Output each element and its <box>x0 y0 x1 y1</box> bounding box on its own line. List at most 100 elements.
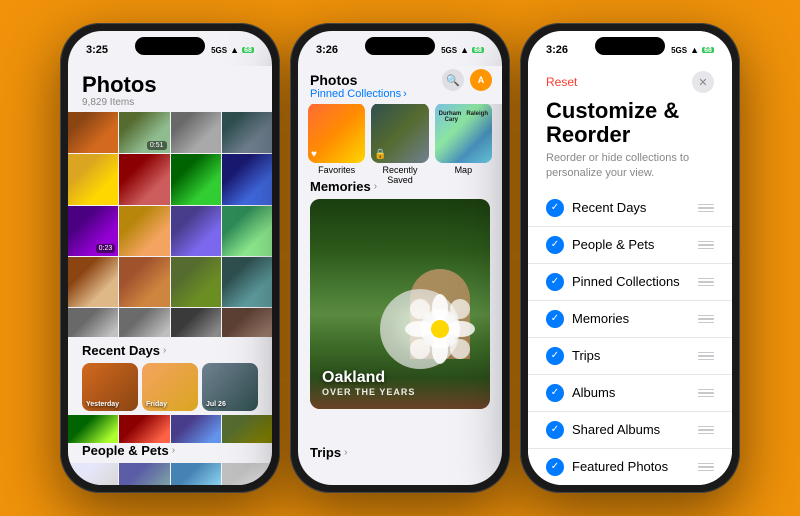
photo-cell[interactable] <box>119 154 169 204</box>
collection-img-favorites: ♥ <box>308 103 365 163</box>
checkmark-memories: ✓ <box>546 310 564 328</box>
drag-handle-people-pets[interactable] <box>698 241 714 250</box>
photo-cell[interactable] <box>68 154 118 204</box>
profile-icon-2[interactable]: A <box>470 69 492 91</box>
memories-main-image[interactable]: Oakland OVER THE YEARS <box>310 199 490 409</box>
item-label-shared-albums: Shared Albums <box>572 422 690 437</box>
wifi-icon-2: ▲ <box>460 45 469 55</box>
photo-grid-container: 0:51 0:23 <box>68 103 272 485</box>
drag-handle-featured-photos[interactable] <box>698 463 714 472</box>
photo-cell[interactable] <box>222 154 272 204</box>
customize-subtitle: Reorder or hide collections to personali… <box>528 151 732 190</box>
phone1-title: Photos <box>82 74 258 96</box>
list-item-pinned-collections[interactable]: ✓ Pinned Collections <box>528 264 732 301</box>
item-label-albums: Albums <box>572 385 690 400</box>
thumbnail-yesterday[interactable]: Yesterday <box>82 363 138 411</box>
memories-chevron: › <box>374 181 377 192</box>
collection-favorites[interactable]: ♥ Favorites <box>308 103 365 185</box>
trips-label: Trips <box>310 445 341 460</box>
item-label-trips: Trips <box>572 348 690 363</box>
list-item-trips[interactable]: ✓ Trips <box>528 338 732 375</box>
photo-cell[interactable] <box>171 257 221 307</box>
phone-2-screen: 3:26 5GS ▲ 68 Photos Pinned Collections … <box>298 31 502 485</box>
recent-days-header[interactable]: Recent Days › <box>82 343 258 358</box>
close-button[interactable]: ✕ <box>692 71 714 93</box>
battery-2: 68 <box>472 47 484 53</box>
photo-count: 9,829 Items <box>82 97 258 108</box>
list-item-recent-days[interactable]: ✓ Recent Days <box>528 190 732 227</box>
people-section: People & Pets › <box>68 443 272 463</box>
item-label-featured-photos: Featured Photos <box>572 459 690 474</box>
list-item-people-pets[interactable]: ✓ People & Pets <box>528 227 732 264</box>
photo-cell[interactable] <box>171 154 221 204</box>
wifi-icon-3: ▲ <box>690 45 699 55</box>
list-item-memories[interactable]: ✓ Memories <box>528 301 732 338</box>
drag-handle-pinned-collections[interactable] <box>698 278 714 287</box>
collection-label-favorites: Favorites <box>308 165 365 175</box>
video-duration: 0:51 <box>147 141 167 150</box>
status-time-2: 3:26 <box>316 44 338 56</box>
drag-handle-memories[interactable] <box>698 315 714 324</box>
dynamic-island-2 <box>365 37 435 55</box>
drag-handle-trips[interactable] <box>698 352 714 361</box>
drag-handle-recent-days[interactable] <box>698 204 714 213</box>
collection-img-recently-saved: 🔒 <box>371 103 428 163</box>
customize-title: Customize &Reorder <box>528 99 732 151</box>
phone-1-screen: 3:25 5GS ▲ 68 Photos 9,829 Items Select … <box>68 31 272 485</box>
customize-modal: Reset ✕ Customize &Reorder Reorder or hi… <box>528 31 732 485</box>
collection-map[interactable]: Durham Cary Raleigh Map <box>435 103 492 185</box>
photo-cell[interactable] <box>222 206 272 256</box>
checkmark-people-pets: ✓ <box>546 236 564 254</box>
search-icon-2[interactable]: 🔍 <box>442 69 464 91</box>
photo-cell[interactable] <box>222 257 272 307</box>
list-item-featured-photos[interactable]: ✓ Featured Photos <box>528 449 732 485</box>
customize-list: ✓ Recent Days ✓ People & Pets <box>528 190 732 485</box>
item-label-people-pets: People & Pets <box>572 237 690 252</box>
pinned-collections-label: Pinned Collections <box>310 88 401 100</box>
lock-icon: 🔒 <box>374 149 386 160</box>
signal-text-2: 5GS <box>441 46 457 55</box>
checkmark-albums: ✓ <box>546 384 564 402</box>
reset-button[interactable]: Reset <box>546 75 577 89</box>
phone1-header: Photos 9,829 Items <box>68 66 272 112</box>
status-icons-2: 5GS ▲ 68 <box>441 45 484 55</box>
memories-location: Oakland OVER THE YEARS <box>322 369 415 397</box>
memories-section: Memories › <box>298 179 502 409</box>
trips-header[interactable]: Trips › <box>310 445 490 460</box>
memories-title-row[interactable]: Memories › <box>310 179 490 194</box>
collection-label-map: Map <box>435 165 492 175</box>
thumbnail-jul26[interactable]: Jul 26 <box>202 363 258 411</box>
recent-days-section: Recent Days › Yesterday Friday Jul 26 <box>68 337 272 415</box>
collection-recently-saved[interactable]: 🔒 Recently Saved <box>371 103 428 185</box>
photo-cell[interactable] <box>68 257 118 307</box>
phones-container: 3:25 5GS ▲ 68 Photos 9,829 Items Select … <box>50 13 750 503</box>
collection-img-map: Durham Cary Raleigh <box>435 103 492 163</box>
list-item-albums[interactable]: ✓ Albums <box>528 375 732 412</box>
memories-label: Memories <box>310 179 371 194</box>
people-header[interactable]: People & Pets › <box>82 443 258 458</box>
phone-2: 3:26 5GS ▲ 68 Photos Pinned Collections … <box>290 23 510 493</box>
list-item-shared-albums[interactable]: ✓ Shared Albums <box>528 412 732 449</box>
checkmark-shared-albums: ✓ <box>546 421 564 439</box>
trips-section: Trips › <box>310 445 490 465</box>
photo-cell[interactable] <box>119 257 169 307</box>
photo-cell[interactable] <box>68 462 118 485</box>
trips-chevron: › <box>344 447 347 458</box>
phone-3-screen: 3:26 5GS ▲ 68 Reset ✕ Customize &Reorder… <box>528 31 732 485</box>
photo-cell[interactable] <box>222 462 272 485</box>
thumbnail-friday[interactable]: Friday <box>142 363 198 411</box>
memories-years: OVER THE YEARS <box>322 387 415 397</box>
photo-cell[interactable] <box>171 206 221 256</box>
photo-cell[interactable]: 0:23 <box>68 206 118 256</box>
photo-cell[interactable] <box>171 462 221 485</box>
photo-cell[interactable] <box>119 206 169 256</box>
drag-handle-albums[interactable] <box>698 389 714 398</box>
item-label-memories: Memories <box>572 311 690 326</box>
checkmark-trips: ✓ <box>546 347 564 365</box>
people-chevron: › <box>172 445 175 456</box>
recent-days-title: Recent Days <box>82 343 160 358</box>
status-icons-3: 5GS ▲ 68 <box>671 45 714 55</box>
flower-petals <box>405 294 475 364</box>
drag-handle-shared-albums[interactable] <box>698 426 714 435</box>
photo-cell[interactable] <box>119 462 169 485</box>
